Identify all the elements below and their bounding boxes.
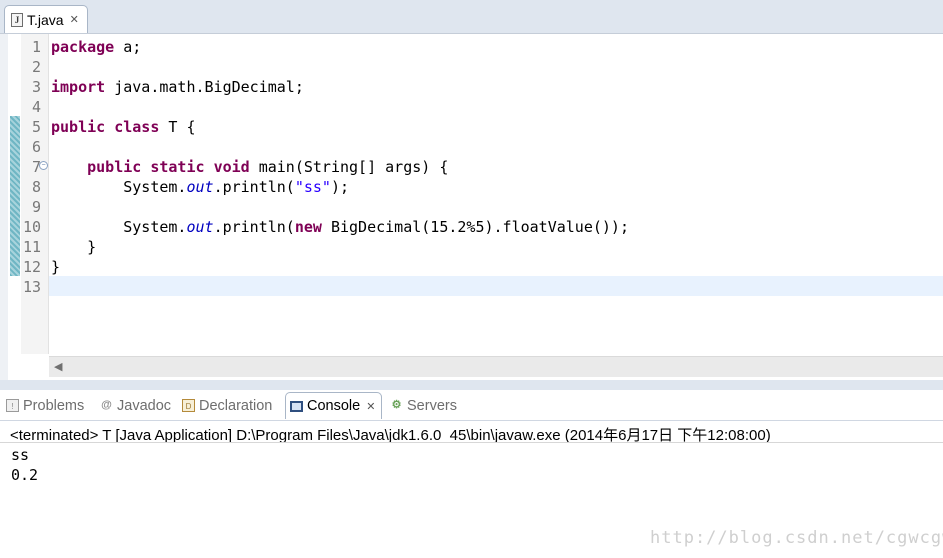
keyword-token: void bbox=[213, 158, 250, 176]
code-token: T { bbox=[159, 118, 196, 136]
line-number: 2 bbox=[31, 58, 41, 76]
string-token: "ss" bbox=[294, 178, 331, 196]
code-token: ); bbox=[330, 178, 350, 196]
line-number: 10 bbox=[22, 218, 41, 236]
code-line[interactable]: System.out.println(new BigDecimal(15.2%5… bbox=[51, 217, 629, 237]
java-file-icon: J bbox=[11, 12, 23, 27]
keyword-token: import bbox=[51, 78, 106, 96]
servers-icon: ⚙ bbox=[391, 399, 402, 411]
fold-collapse-icon[interactable]: − bbox=[39, 161, 48, 170]
code-token: java.math.BigDecimal; bbox=[105, 78, 304, 96]
code-line[interactable]: } bbox=[51, 257, 60, 277]
view-tab-bar: ! Problems @ Javadoc D Declaration Console ✕ ⚙ Se… bbox=[0, 390, 943, 421]
line-number: 4 bbox=[31, 98, 41, 116]
console-output-line: 0.2 bbox=[11, 466, 39, 484]
tab-problems[interactable]: ! Problems bbox=[6, 392, 84, 419]
line-number: 6 bbox=[31, 138, 41, 156]
close-icon[interactable]: ✕ bbox=[366, 400, 375, 413]
field-token: out bbox=[186, 178, 214, 196]
field-token: out bbox=[186, 218, 214, 236]
line-number: 7 bbox=[31, 158, 41, 176]
tab-console[interactable]: Console ✕ bbox=[285, 392, 383, 419]
horizontal-scrollbar[interactable]: ◀ bbox=[49, 356, 943, 377]
code-line[interactable]: public static void main(String[] args) { bbox=[51, 157, 448, 177]
code-token: .println( bbox=[213, 178, 295, 196]
keyword-token: public bbox=[51, 118, 106, 136]
line-number: 13 bbox=[22, 278, 41, 296]
line-number: 11 bbox=[22, 238, 41, 256]
tab-javadoc[interactable]: @ Javadoc bbox=[100, 392, 171, 419]
code-token: System. bbox=[51, 178, 187, 196]
tab-label: Servers bbox=[407, 397, 457, 414]
console-icon bbox=[290, 400, 303, 412]
line-number: 8 bbox=[31, 178, 41, 196]
editor-annotation-strip bbox=[0, 34, 8, 380]
tab-label: Console bbox=[307, 398, 361, 414]
editor-tab-t-java[interactable]: J T.java ✕ bbox=[4, 5, 88, 33]
tab-label: Javadoc bbox=[117, 397, 172, 414]
javadoc-icon: @ bbox=[101, 399, 112, 411]
tab-label: Problems bbox=[23, 397, 85, 414]
tab-declaration[interactable]: D Declaration bbox=[182, 392, 272, 419]
code-token: a; bbox=[114, 38, 142, 56]
declaration-icon: D bbox=[182, 399, 195, 412]
tab-servers[interactable]: ⚙ Servers bbox=[390, 392, 457, 419]
keyword-token: public bbox=[87, 158, 142, 176]
code-token: System. bbox=[51, 218, 187, 236]
code-line[interactable]: public class T { bbox=[51, 117, 196, 137]
code-line[interactable]: package a; bbox=[51, 37, 141, 57]
code-line[interactable]: System.out.println("ss"); bbox=[51, 177, 349, 197]
editor-tab-bar: J T.java ✕ bbox=[0, 0, 943, 34]
line-number: 5 bbox=[31, 118, 41, 136]
problems-icon: ! bbox=[6, 399, 19, 412]
keyword-token: static bbox=[150, 158, 205, 176]
code-token: } bbox=[51, 258, 61, 276]
code-token: BigDecimal(15.2%5).floatValue()); bbox=[321, 218, 629, 236]
code-token: main(String[] args) { bbox=[249, 158, 449, 176]
keyword-token: package bbox=[51, 38, 115, 56]
watermark: http://blog.csdn.net/cgwcgw_ bbox=[650, 528, 943, 548]
tab-label: Declaration bbox=[199, 397, 273, 414]
line-number: 9 bbox=[31, 198, 41, 216]
editor-tab-label: T.java bbox=[27, 11, 64, 28]
line-number: 3 bbox=[31, 78, 41, 96]
keyword-token: class bbox=[114, 118, 160, 136]
close-icon[interactable]: ✕ bbox=[70, 13, 79, 26]
line-number: 12 bbox=[22, 258, 41, 276]
code-line[interactable]: import java.math.BigDecimal; bbox=[51, 77, 304, 97]
console-separator bbox=[0, 442, 943, 443]
code-editor[interactable]: 1 2 3 4 5 6 7 8 9 10 11 12 13 − package a; import jav… bbox=[0, 34, 943, 380]
keyword-token: new bbox=[294, 218, 322, 236]
current-line-highlight bbox=[49, 276, 943, 296]
code-line[interactable]: } bbox=[51, 237, 96, 257]
scroll-left-icon[interactable]: ◀ bbox=[54, 360, 62, 373]
quick-diff-marker bbox=[10, 116, 20, 276]
code-token: .println( bbox=[213, 218, 295, 236]
line-number: 1 bbox=[31, 38, 41, 56]
code-token: } bbox=[51, 238, 97, 256]
console-output-line: ss bbox=[11, 446, 30, 464]
pane-divider[interactable] bbox=[0, 380, 943, 390]
